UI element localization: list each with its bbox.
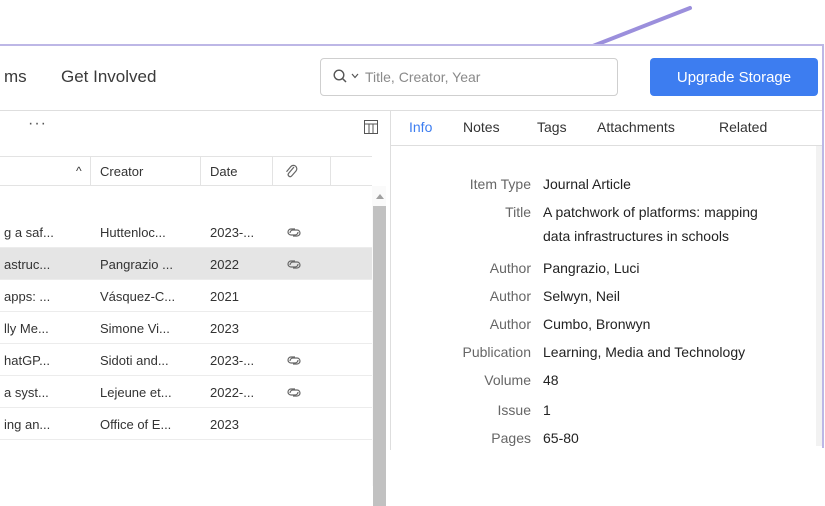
issue-label: Issue [497,402,531,418]
table-row[interactable]: ing an... Office of E... 2023 [0,408,372,440]
cell-date: 2022-... [210,385,255,400]
cell-title: ing an... [4,417,51,432]
cell-date: 2023-... [210,353,255,368]
tab-info[interactable]: Info [409,119,432,135]
chevron-down-icon[interactable] [351,73,359,79]
cell-title: apps: ... [4,289,51,304]
author-value[interactable]: Cumbo, Bronwyn [543,316,650,332]
cell-title: hatGP... [4,353,51,368]
item-type-label: Item Type [469,176,531,192]
author-label: Author [489,288,531,304]
table-row[interactable]: apps: ... Vásquez-C... 2021 [0,280,372,312]
table-header: ^ Creator Date [0,156,372,186]
item-pane-tabs: Info Notes Tags Attachments Related [391,110,822,146]
upgrade-storage-button[interactable]: Upgrade Storage [650,58,818,96]
cell-title: g a saf... [4,225,54,240]
author-value[interactable]: Selwyn, Neil [543,288,620,304]
pages-label: Pages [491,430,531,446]
cell-date: 2023 [210,417,239,432]
table-row[interactable]: hatGP... Sidoti and... 2023-... [0,344,372,376]
author-value[interactable]: Pangrazio, Luci [543,260,640,276]
search-icon [333,69,347,83]
table-row[interactable]: lly Me... Simone Vi... 2023 [0,312,372,344]
sort-indicator[interactable]: ^ [76,164,82,178]
publication-label: Publication [462,344,532,360]
column-header-creator[interactable]: Creator [100,164,143,179]
tab-notes[interactable]: Notes [463,119,500,135]
cell-creator: Office of E... [100,417,172,432]
column-header-date[interactable]: Date [210,164,237,179]
issue-value[interactable]: 1 [543,402,551,418]
volume-value[interactable]: 48 [543,372,559,388]
search-input[interactable]: Title, Creator, Year [320,58,618,96]
more-options-button[interactable]: ··· [28,115,47,133]
attachment-link-icon[interactable] [286,354,302,366]
cell-creator: Vásquez-C... [100,289,176,304]
cell-title: lly Me... [4,321,49,336]
scroll-up-arrow[interactable] [376,194,384,199]
search-placeholder: Title, Creator, Year [365,69,481,85]
nav-link-get-involved[interactable]: Get Involved [61,67,156,87]
top-nav: ms Get Involved Title, Creator, Year Upg… [0,46,822,108]
cell-date: 2021 [210,289,239,304]
publication-value[interactable]: Learning, Media and Technology [543,344,745,360]
cell-creator: Simone Vi... [100,321,170,336]
cell-title: a syst... [4,385,49,400]
author-label: Author [489,260,531,276]
cell-date: 2023-... [210,225,255,240]
pages-value[interactable]: 65-80 [543,430,579,446]
attachment-link-icon[interactable] [286,226,302,238]
paperclip-icon[interactable] [284,163,298,179]
info-pane: Item Type Journal Article Title A patchw… [391,146,822,450]
item-type-value[interactable]: Journal Article [543,176,631,192]
cell-date: 2022 [210,257,239,272]
cell-creator: Sidoti and... [100,353,169,368]
columns-icon[interactable] [364,120,378,134]
tab-tags[interactable]: Tags [537,119,567,135]
title-value-line2[interactable]: data infrastructures in schools [543,228,729,244]
author-label: Author [489,316,531,332]
cell-creator: Lejeune et... [100,385,172,400]
tab-attachments[interactable]: Attachments [597,119,675,135]
info-scrollbar[interactable] [816,146,822,446]
tab-related[interactable]: Related [719,119,767,135]
table-row[interactable]: g a saf... Huttenloc... 2023-... [0,216,372,248]
cell-creator: Pangrazio ... [100,257,173,272]
attachment-link-icon[interactable] [286,258,302,270]
volume-label: Volume [484,372,531,388]
title-label: Title [505,204,531,220]
items-toolbar: ··· [0,110,390,145]
cell-title: astruc... [4,257,51,272]
app-window: ms Get Involved Title, Creator, Year Upg… [0,44,824,506]
attachment-link-icon[interactable] [286,386,302,398]
table-row[interactable]: astruc... Pangrazio ... 2022 [0,248,372,280]
cell-creator: Huttenloc... [100,225,166,240]
nav-link-partial[interactable]: ms [4,67,27,87]
scrollbar-thumb[interactable] [373,206,386,506]
table-row[interactable]: a syst... Lejeune et... 2022-... [0,376,372,408]
cell-date: 2023 [210,321,239,336]
title-value-line1[interactable]: A patchwork of platforms: mapping [543,204,758,220]
